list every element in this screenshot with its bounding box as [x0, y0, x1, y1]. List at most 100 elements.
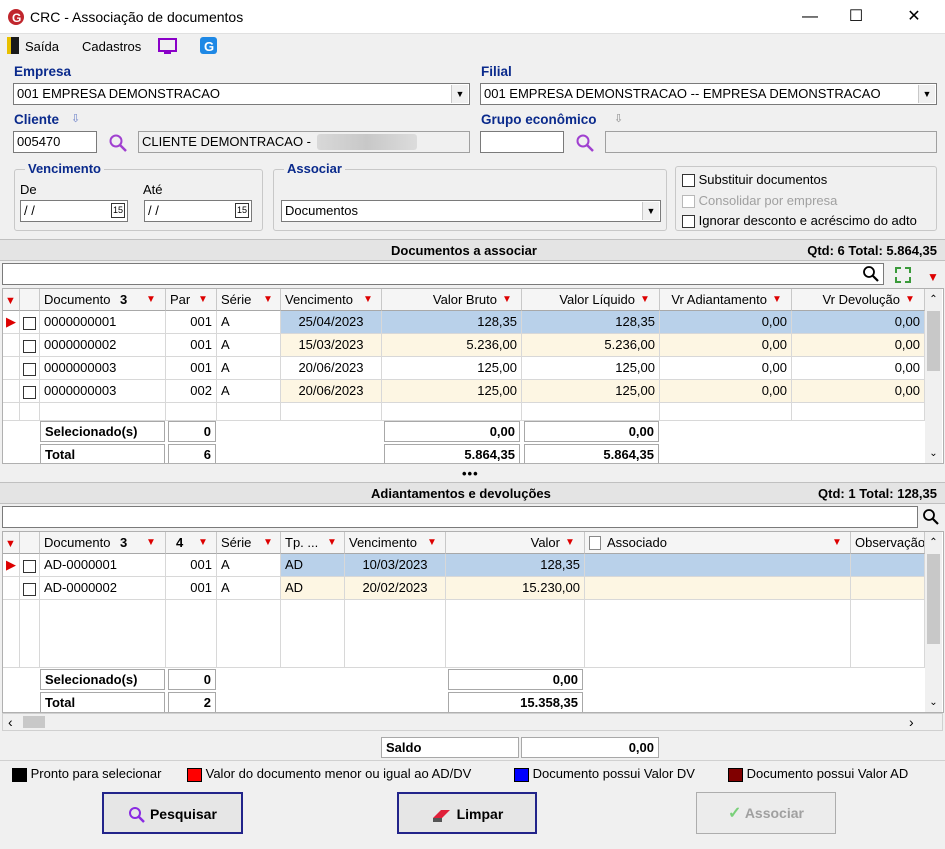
col-observacao-label: Observação [855, 535, 925, 550]
table-row[interactable]: AD-0000002 001 A AD 20/02/2023 15.230,00 [3, 577, 925, 600]
menu-cadastros[interactable]: Cadastros [82, 39, 141, 54]
filter-icon[interactable]: ▼ [772, 289, 782, 310]
adv-search-input[interactable] [2, 506, 918, 528]
monitor-icon[interactable] [157, 37, 179, 57]
calendar-icon[interactable]: 15 [234, 203, 249, 218]
search-icon[interactable] [862, 265, 880, 283]
menu-exit[interactable]: Saída [25, 39, 59, 54]
consolidar-label: Consolidar por empresa [698, 193, 838, 208]
expand-icon[interactable] [893, 265, 913, 285]
col-serie[interactable]: Série ▼ [217, 289, 281, 311]
col-vencimento[interactable]: Vencimento ▼ [281, 289, 382, 311]
search-icon[interactable] [108, 133, 128, 153]
redacted-block [317, 134, 417, 150]
table-row[interactable]: ▶ AD-0000001 001 A AD 10/03/2023 128,35 [3, 554, 925, 577]
filter-icon[interactable]: ▼ [146, 289, 156, 310]
table-row[interactable]: 0000000002 001 A 15/03/2023 5.236,00 5.2… [3, 334, 925, 357]
col-associado[interactable]: Associado ▼ [585, 532, 851, 554]
filter-icon[interactable]: ▼ [263, 532, 273, 553]
cliente-name-field: CLIENTE DEMONTRACAO - [138, 131, 470, 153]
col-par[interactable]: Par ▼ [166, 289, 217, 311]
scroll-up-icon[interactable]: ⌃ [925, 532, 942, 554]
filter-icon[interactable]: ▼ [363, 289, 373, 310]
cliente-label: Cliente [14, 112, 60, 127]
empresa-select[interactable]: 001 EMPRESA DEMONSTRACAO ▼ [13, 83, 470, 105]
ignorar-checkbox[interactable]: Ignorar desconto e acréscimo do adto [682, 213, 917, 229]
minimize-button[interactable]: — [787, 0, 833, 34]
col-documento[interactable]: Documento 3 ▼ [40, 532, 166, 554]
substituir-checkbox[interactable]: Substituir documentos [682, 172, 827, 188]
filter-icon[interactable]: ▼ [146, 532, 156, 553]
grupo-code-input[interactable] [480, 131, 564, 153]
filter-icon[interactable]: ▼ [198, 289, 208, 310]
de-date-input[interactable]: / / 15 [20, 200, 128, 222]
scroll-down-icon[interactable]: ⌄ [925, 443, 942, 463]
filter-icon[interactable]: ▼ [327, 532, 337, 553]
scroll-thumb[interactable] [927, 311, 940, 371]
filter-icon[interactable]: ▼ [427, 532, 437, 553]
filter-icon[interactable]: ▼ [565, 532, 575, 553]
cell-documento: AD-0000001 [40, 554, 166, 577]
table-row[interactable]: 0000000003 001 A 20/06/2023 125,00 125,0… [3, 357, 925, 380]
g-app-icon[interactable]: G [199, 36, 219, 56]
search-icon[interactable] [922, 508, 940, 526]
scroll-down-icon[interactable]: ⌄ [925, 692, 942, 712]
menu-arrow-icon[interactable]: ▼ [5, 295, 16, 307]
adv-total-qtd: 2 [168, 692, 216, 712]
col-vr-adiantamento[interactable]: Vr Adiantamento ▼ [660, 289, 792, 311]
splitter-handle[interactable]: ••• [462, 466, 479, 481]
chevron-down-icon[interactable]: ▼ [642, 202, 659, 220]
calendar-icon[interactable]: 15 [110, 203, 125, 218]
docs-search-input[interactable] [2, 263, 884, 285]
close-button[interactable]: ✕ [891, 0, 937, 34]
filter-icon[interactable]: ▼ [832, 532, 842, 553]
limpar-button[interactable]: Limpar [397, 792, 537, 834]
pesquisar-button[interactable]: Pesquisar [102, 792, 243, 834]
scroll-right-icon[interactable]: › [909, 714, 914, 730]
filter-icon[interactable]: ▼ [198, 532, 208, 553]
menu-arrow-icon[interactable]: ▼ [5, 538, 16, 550]
row-checkbox[interactable] [20, 357, 40, 380]
filter-icon[interactable]: ▼ [640, 289, 650, 310]
associar-select[interactable]: Documentos ▼ [281, 200, 661, 222]
row-checkbox[interactable] [20, 554, 40, 577]
col-documento[interactable]: Documento 3 ▼ [40, 289, 166, 311]
adv-horizontal-scrollbar[interactable]: ‹ › [2, 713, 943, 731]
ate-date-input[interactable]: / / 15 [144, 200, 252, 222]
row-checkbox[interactable] [20, 334, 40, 357]
maximize-button[interactable]: ☐ [833, 0, 879, 34]
col-serie[interactable]: Série ▼ [217, 532, 281, 554]
table-row[interactable]: ▶ 0000000001 001 A 25/04/2023 128,35 128… [3, 311, 925, 334]
scroll-up-icon[interactable]: ⌃ [925, 289, 942, 311]
search-icon[interactable] [575, 133, 595, 153]
table-row[interactable]: 0000000003 002 A 20/06/2023 125,00 125,0… [3, 380, 925, 403]
filter-icon[interactable]: ▼ [263, 289, 273, 310]
col-par[interactable]: 4 ▼ [166, 532, 217, 554]
adv-grid: ▼ Documento 3 ▼ 4 ▼ Série ▼ Tp. ... ▼ Vencime… [2, 531, 944, 713]
col-valor[interactable]: Valor ▼ [446, 532, 585, 554]
chevron-down-icon[interactable]: ▼ [451, 85, 468, 103]
col-vencimento[interactable]: Vencimento ▼ [345, 532, 446, 554]
filter-icon[interactable]: ▼ [905, 289, 915, 310]
filter-icon[interactable]: ▼ [502, 289, 512, 310]
col-valor-liquido[interactable]: Valor Líquido ▼ [522, 289, 660, 311]
col-valor-bruto[interactable]: Valor Bruto ▼ [382, 289, 522, 311]
cliente-code-input[interactable]: 005470 [13, 131, 97, 153]
col-vr-devolucao[interactable]: Vr Devolução ▼ [792, 289, 925, 311]
adv-vertical-scrollbar[interactable]: ⌃ ⌄ [925, 532, 942, 712]
row-checkbox[interactable] [20, 577, 40, 600]
scroll-thumb[interactable] [927, 554, 940, 644]
row-checkbox[interactable] [20, 380, 40, 403]
associar-button[interactable]: ✓ Associar [696, 792, 836, 834]
filial-select[interactable]: 001 EMPRESA DEMONSTRACAO -- EMPRESA DEMO… [480, 83, 937, 105]
dropdown-arrow-icon[interactable]: ▼ [927, 270, 939, 284]
options-group: Substituir documentos Consolidar por emp… [675, 166, 937, 231]
docs-vertical-scrollbar[interactable]: ⌃ ⌄ [925, 289, 942, 463]
down-arrow-icon: ⇩ [71, 113, 81, 125]
chevron-down-icon[interactable]: ▼ [918, 85, 935, 103]
scroll-left-icon[interactable]: ‹ [8, 714, 13, 730]
row-checkbox[interactable] [20, 311, 40, 334]
scroll-thumb[interactable] [23, 716, 45, 728]
col-tp[interactable]: Tp. ... ▼ [281, 532, 345, 554]
col-observacao[interactable]: Observação [851, 532, 925, 554]
